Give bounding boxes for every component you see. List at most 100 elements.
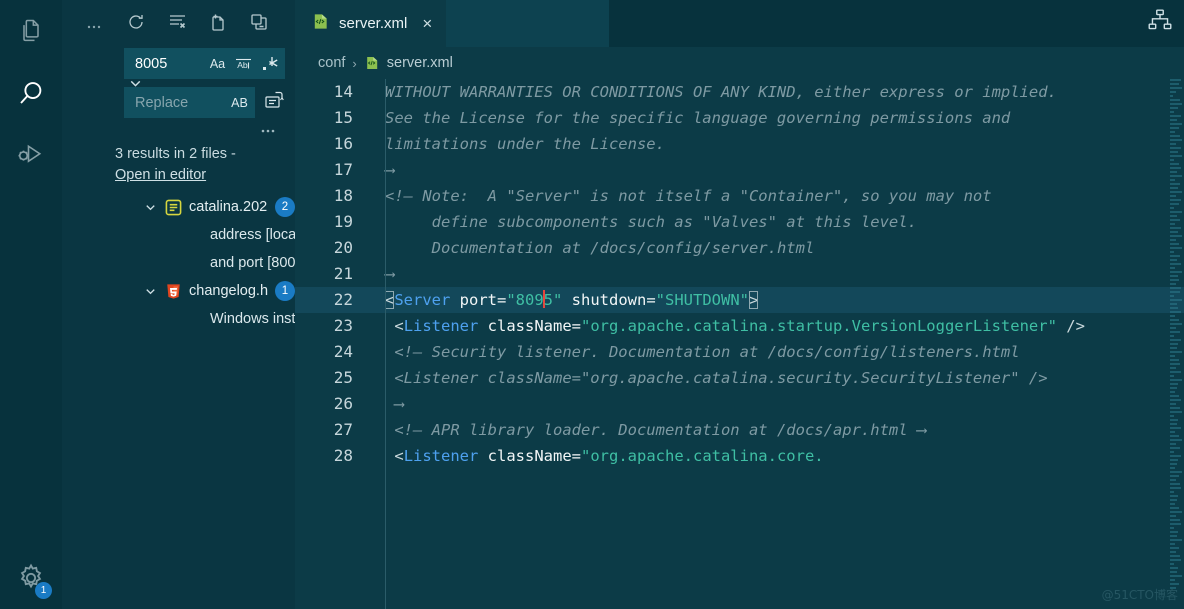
search-input[interactable]: 8005 Aa Ab [124, 48, 285, 79]
code-line[interactable]: 16 limitations under the License. [295, 131, 1184, 157]
code-line[interactable]: 25 <Listener className="org.apache.catal… [295, 365, 1184, 391]
activity-item-search[interactable] [0, 62, 62, 124]
collapse-all-button[interactable] [248, 13, 270, 35]
code-line[interactable]: 23 <Listener className="org.apache.catal… [295, 313, 1184, 339]
minimap-line [1170, 563, 1174, 565]
minimap-line [1170, 131, 1175, 133]
line-content: <Listener className="org.apache.catalina… [370, 443, 1184, 469]
watermark: @51CTO博客 [1101, 588, 1178, 602]
breadcrumb: conf › server.xml [295, 47, 1184, 79]
run-debug-icon [16, 140, 46, 170]
activity-item-settings[interactable]: 1 [0, 547, 62, 609]
line-content: <Server port="8095" shutdown="SHUTDOWN"> [370, 287, 1184, 313]
code-line[interactable]: 24 <!— Security listener. Documentation … [295, 339, 1184, 365]
editor-tab-title: server.xml [339, 15, 408, 32]
minimap-line [1170, 203, 1179, 205]
minimap[interactable] [1170, 79, 1184, 609]
minimap-line [1170, 383, 1178, 385]
code-line[interactable]: 19 define subcomponents such as "Valves"… [295, 209, 1184, 235]
minimap-line [1170, 535, 1177, 537]
minimap-line [1170, 107, 1178, 109]
editor-tab-bar: server.xml × [295, 0, 1184, 47]
code-line[interactable]: 15 See the License for the specific langu… [295, 105, 1184, 131]
code-line[interactable]: 22 <Server port="8095" shutdown="SHUTDOWN… [295, 287, 1184, 313]
breadcrumb-folder[interactable]: conf [318, 55, 345, 71]
minimap-line [1170, 155, 1182, 157]
minimap-line [1170, 495, 1178, 497]
editor-actions [1146, 0, 1184, 47]
code-line[interactable]: 27 <!— APR library loader. Documentation… [295, 417, 1184, 443]
search-input-value: 8005 [135, 55, 168, 72]
toggle-search-details-button[interactable] [124, 120, 285, 142]
minimap-line [1170, 443, 1176, 445]
minimap-line [1170, 451, 1174, 453]
breadcrumb-file[interactable]: server.xml [387, 55, 453, 71]
replace-all-button[interactable] [263, 91, 285, 115]
open-in-editor-link[interactable]: Open in editor [115, 165, 206, 186]
code-line[interactable]: 18 <!— Note: A "Server" is not itself a "… [295, 183, 1184, 209]
search-result-match[interactable]: address [localhost] a... [62, 221, 295, 249]
line-number: 26 [333, 394, 353, 413]
line-content: ⟶ [370, 261, 1184, 287]
activity-bar: 1 [0, 0, 62, 609]
code-editor[interactable]: 14 WITHOUT WARRANTIES OR CONDITIONS OF AN… [295, 79, 1184, 609]
minimap-line [1170, 179, 1175, 181]
code-token: Documentation at /docs/config/server.htm… [385, 239, 815, 257]
minimap-line [1170, 283, 1176, 285]
line-number: 18 [333, 186, 353, 205]
line-number: 23 [333, 316, 353, 335]
minimap-line [1170, 255, 1180, 257]
open-new-search-editor-button[interactable] [207, 13, 229, 35]
results-summary: 3 results in 2 files - Open in editor [62, 144, 295, 186]
code-line[interactable]: 21 ⟶ [295, 261, 1184, 287]
chevron-down-icon[interactable] [142, 200, 159, 215]
code-token: < [385, 447, 404, 465]
minimap-line [1170, 327, 1176, 329]
minimap-line [1170, 583, 1179, 585]
code-line[interactable]: 26 ⟶ [295, 391, 1184, 417]
minimap-line [1170, 539, 1182, 541]
code-token: Listener [403, 317, 479, 335]
editor-tab-server-xml[interactable]: server.xml × [295, 0, 447, 47]
minimap-line [1170, 219, 1180, 221]
match-whole-word-toggle[interactable]: Ab [233, 53, 254, 74]
code-line[interactable]: 17 ⟶ [295, 157, 1184, 183]
svg-text:Ab: Ab [237, 60, 248, 70]
code-token: className= [478, 447, 581, 465]
refresh-icon [126, 12, 146, 37]
search-result-match[interactable]: and port [8005] (bas... [62, 249, 295, 277]
refresh-button[interactable] [125, 13, 147, 35]
code-token: "809 [506, 291, 544, 309]
match-case-toggle[interactable]: Aa [207, 53, 228, 74]
minimap-line [1170, 355, 1175, 357]
search-toolbar [62, 0, 295, 48]
chevron-down-icon[interactable] [142, 284, 159, 299]
minimap-line [1170, 367, 1176, 369]
search-result-file[interactable]: changelog.ht... 1 [62, 277, 295, 305]
minimap-line [1170, 135, 1180, 137]
close-icon[interactable]: × [422, 15, 432, 32]
code-line[interactable]: 20 Documentation at /docs/config/server.… [295, 235, 1184, 261]
open-editors-hierarchy-icon[interactable] [1146, 7, 1174, 40]
minimap-line [1170, 195, 1176, 197]
preserve-case-toggle[interactable]: AB [229, 92, 250, 113]
more-actions-button[interactable] [84, 13, 106, 35]
clear-search-results-button[interactable] [166, 13, 188, 35]
replace-input[interactable]: Replace AB [124, 87, 255, 118]
minimap-line [1170, 431, 1175, 433]
minimap-line [1170, 151, 1178, 153]
code-token: "org.apache.catalina.core. [581, 447, 824, 465]
minimap-line [1170, 491, 1174, 493]
search-result-match[interactable]: Windows installer fro... [62, 305, 295, 333]
settings-badge: 1 [35, 582, 52, 599]
line-number: 24 [333, 342, 353, 361]
minimap-line [1170, 531, 1178, 533]
activity-item-run-and-debug[interactable] [0, 124, 62, 186]
code-line[interactable]: 14 WITHOUT WARRANTIES OR CONDITIONS OF AN… [295, 79, 1184, 105]
code-line[interactable]: 28 <Listener className="org.apache.catal… [295, 443, 1184, 469]
minimap-line [1170, 547, 1179, 549]
use-regex-toggle[interactable] [259, 53, 280, 74]
minimap-line [1170, 227, 1181, 229]
search-result-file[interactable]: catalina.2022... 2 [62, 193, 295, 221]
activity-item-explorer[interactable] [0, 0, 62, 62]
